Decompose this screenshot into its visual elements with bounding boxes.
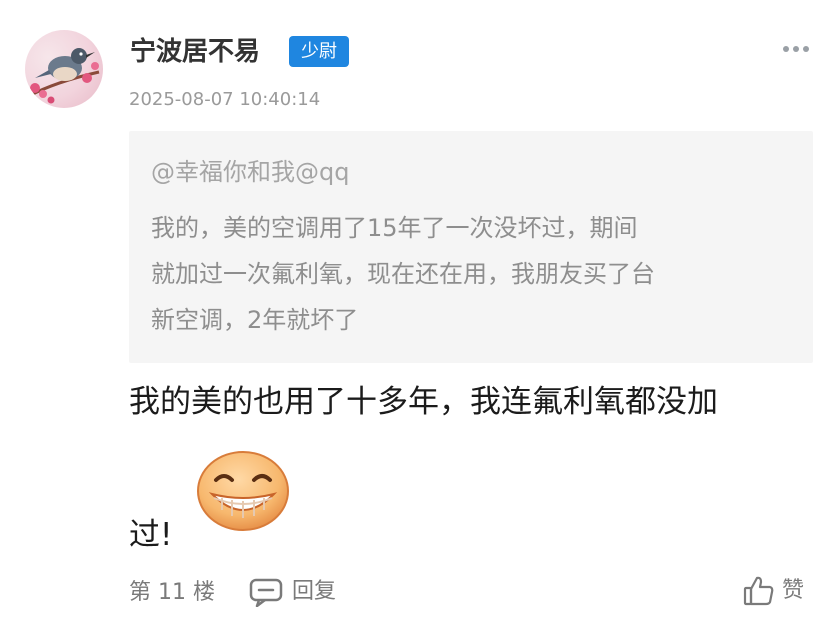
quoted-text: 我的，美的空调用了15年了一次没坏过，期间 就加过一次氟利氧，现在还在用，我朋友… (151, 205, 791, 343)
quoted-line: 我的，美的空调用了15年了一次没坏过，期间 (151, 214, 638, 242)
comment-post: 宁波居不易 少尉 2025-08-07 10:40:14 @幸福你和我@qq 我… (0, 0, 839, 640)
thumbs-up-icon (743, 576, 774, 606)
quoted-username: @幸福你和我@qq (151, 158, 350, 186)
more-options-icon[interactable] (783, 44, 809, 54)
rank-badge: 少尉 (289, 36, 349, 67)
post-timestamp: 2025-08-07 10:40:14 (129, 89, 321, 110)
reply-label: 回复 (292, 579, 337, 604)
quoted-line: 就加过一次氟利氧，现在还在用，我朋友买了台 (151, 260, 655, 288)
like-button[interactable]: 赞 (742, 571, 804, 611)
username[interactable]: 宁波居不易 (130, 30, 260, 74)
reply-text-line-1: 我的美的也用了十多年，我连氟利氧都没加 (129, 384, 718, 420)
grinning-face-icon (196, 450, 290, 532)
quoted-comment[interactable]: @幸福你和我@qq 我的，美的空调用了15年了一次没坏过，期间 就加过一次氟利氧… (129, 131, 813, 363)
floor-number: 第 11 楼 (129, 580, 215, 605)
reply-button[interactable]: 回复 (248, 574, 336, 610)
bird-avatar-icon (28, 48, 100, 104)
like-label: 赞 (782, 578, 805, 603)
reply-text-line-2: 过! (129, 517, 173, 553)
comment-icon (249, 578, 283, 607)
quoted-line: 新空调，2年就坏了 (151, 306, 359, 334)
avatar[interactable] (25, 30, 103, 108)
